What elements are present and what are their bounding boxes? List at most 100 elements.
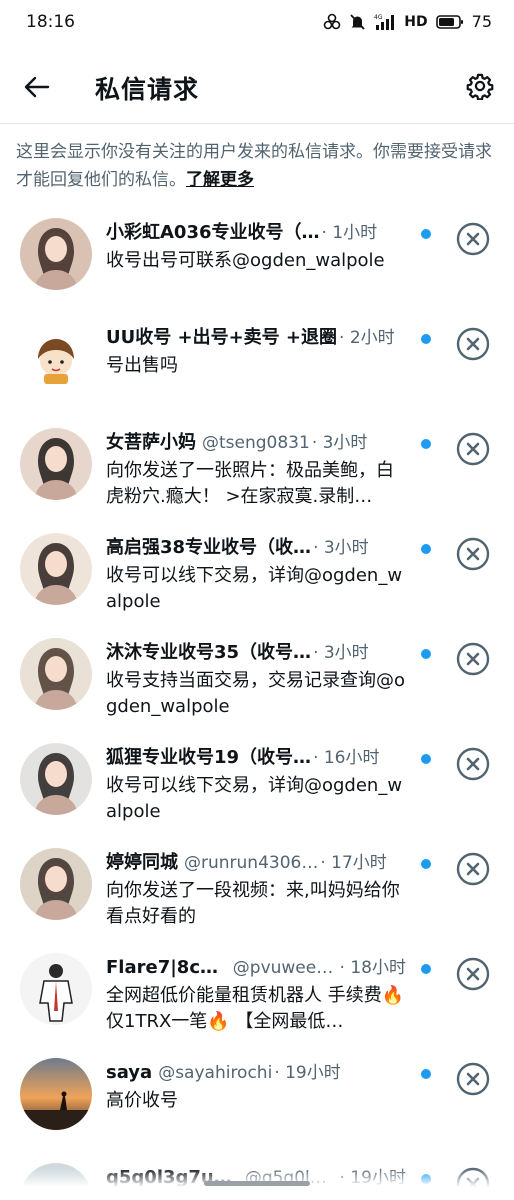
home-indicator[interactable] [204, 1181, 310, 1186]
name-line: 女菩萨小妈 @tseng0831 · 3小时 [106, 428, 406, 458]
name-line: Flare7|8cpw @pvuweet… · 18小时 [106, 953, 406, 983]
close-circle-icon [456, 642, 490, 676]
request-time: · 1小时 [321, 223, 378, 243]
message-preview: 收号出号可联系@ogden_walpole [106, 250, 385, 271]
sender-name: 小彩虹A036专业收号（… [106, 222, 320, 243]
dismiss-button[interactable] [455, 641, 491, 677]
unread-dot [421, 439, 431, 449]
sender-handle: @runrun4306… [184, 853, 319, 873]
avatar[interactable] [20, 323, 92, 395]
close-circle-icon [456, 852, 490, 886]
avatar[interactable] [20, 743, 92, 815]
fan-icon [323, 13, 341, 31]
avatar-image [20, 638, 92, 710]
unread-dot [421, 229, 431, 239]
request-row[interactable]: 婷婷同城 @runrun4306… · 17小时向你发送了一段视频：来,叫妈妈给你看… [0, 830, 514, 935]
status-icons: 4G HD 75 [323, 12, 492, 31]
message-preview: 向你发送了一段视频：来,叫妈妈给你看点好看的 [106, 880, 400, 927]
request-row[interactable]: UU收号 +出号+卖号 +退圈 · 2小时 号出售吗 [0, 305, 514, 410]
name-line: 小彩虹A036专业收号（… · 1小时 [106, 218, 406, 248]
sender-name: saya [106, 1062, 153, 1083]
request-body: 狐狸专业收号19（收号… · 16小时 收号可以线下交易，详询@ogden_walp… [106, 743, 406, 825]
request-time: · 3小时 [313, 643, 369, 663]
sender-handle: @sayahirochi [158, 1063, 273, 1083]
dismiss-button[interactable] [455, 221, 491, 257]
sender-name: 婷婷同城 [106, 852, 178, 873]
back-button[interactable] [20, 70, 54, 104]
avatar-image [20, 218, 92, 290]
avatar-image [20, 848, 92, 920]
close-circle-icon [456, 957, 490, 991]
name-line: 婷婷同城 @runrun4306… · 17小时 [106, 848, 406, 878]
request-body: 沐沐专业收号35（收号… · 3小时 收号支持当面交易，交易记录查询@ogden_w… [106, 638, 406, 720]
header-divider [0, 123, 514, 124]
unread-dot [421, 334, 431, 344]
unread-dot [421, 964, 431, 974]
header: 私信请求 [0, 56, 514, 120]
avatar-image [20, 743, 92, 815]
close-circle-icon [456, 747, 490, 781]
avatar[interactable] [20, 638, 92, 710]
dismiss-button[interactable] [455, 956, 491, 992]
close-circle-icon [456, 222, 490, 256]
request-time: · 3小时 [311, 433, 368, 453]
battery-icon [435, 14, 464, 30]
request-body: Flare7|8cpw @pvuweet… · 18小时 全网超低价能量租赁机器人 手… [106, 953, 406, 1035]
request-row[interactable]: 高启强38专业收号（收… · 3小时 收号可以线下交易，详询@ogden_walpo… [0, 515, 514, 620]
svg-text:4G: 4G [374, 14, 383, 21]
message-preview: 收号可以线下交易，详询@ogden_walpole [106, 565, 403, 612]
request-row[interactable]: Flare7|8cpw @pvuweet… · 18小时 全网超低价能量租赁机器人 手… [0, 935, 514, 1040]
dismiss-button[interactable] [455, 536, 491, 572]
avatar[interactable] [20, 428, 92, 500]
settings-button[interactable] [464, 70, 496, 102]
request-body: 小彩虹A036专业收号（… · 1小时 收号出号可联系@ogden_walpole [106, 218, 406, 274]
avatar-image [20, 953, 92, 1025]
page-title: 私信请求 [95, 75, 200, 104]
dismiss-button[interactable] [455, 431, 491, 467]
message-preview: 收号支持当面交易，交易记录查询@ogden_walpole [106, 670, 406, 717]
request-body: 高启强38专业收号（收… · 3小时 收号可以线下交易，详询@ogden_walpo… [106, 533, 406, 615]
request-body: saya @sayahirochi · 19小时 高价收号 [106, 1058, 406, 1114]
close-circle-icon [456, 432, 490, 466]
message-preview: 高价收号 [106, 1090, 178, 1111]
request-time: · 3小时 [313, 538, 369, 558]
avatar[interactable] [20, 218, 92, 290]
request-time: · 2小时 [339, 328, 395, 348]
name-line: saya @sayahirochi · 19小时 [106, 1058, 406, 1088]
avatar-image [20, 428, 92, 500]
request-row[interactable]: 女菩萨小妈 @tseng0831 · 3小时向你发送了一张照片：极品美鲍，白虎粉穴.… [0, 410, 514, 515]
notice-text: 这里会显示你没有关注的用户发来的私信请求。你需要接受请求才能回复他们的私信。 [16, 142, 492, 190]
unread-dot [421, 754, 431, 764]
sender-name: 女菩萨小妈 [106, 432, 196, 453]
avatar[interactable] [20, 848, 92, 920]
avatar[interactable] [20, 533, 92, 605]
avatar-image [20, 533, 92, 605]
close-circle-icon [456, 327, 490, 361]
request-body: 女菩萨小妈 @tseng0831 · 3小时向你发送了一张照片：极品美鲍，白虎粉穴.… [106, 428, 406, 510]
dismiss-button[interactable] [455, 1061, 491, 1097]
request-row[interactable]: 小彩虹A036专业收号（… · 1小时 收号出号可联系@ogden_walpole [0, 200, 514, 305]
request-row[interactable]: 狐狸专业收号19（收号… · 16小时 收号可以线下交易，详询@ogden_walp… [0, 725, 514, 830]
info-notice: 这里会显示你没有关注的用户发来的私信请求。你需要接受请求才能回复他们的私信。了解… [16, 138, 500, 194]
avatar[interactable] [20, 953, 92, 1025]
sender-handle: @pvuweet… [232, 958, 338, 978]
sender-handle: @tseng0831 [202, 433, 310, 453]
unread-dot [421, 1069, 431, 1079]
request-row[interactable]: 沐沐专业收号35（收号… · 3小时 收号支持当面交易，交易记录查询@ogden_w… [0, 620, 514, 725]
dismiss-button[interactable] [455, 851, 491, 887]
battery-level: 75 [471, 12, 492, 31]
learn-more-link[interactable]: 了解更多 [186, 170, 254, 190]
message-preview: 向你发送了一张照片：极品美鲍，白虎粉穴.瘾大！ >在家寂寞.录制… [106, 460, 394, 507]
sender-name: 高启强38专业收号（收… [106, 537, 312, 558]
status-bar: 18:16 4G HD 75 [0, 0, 514, 48]
request-row[interactable]: saya @sayahirochi · 19小时 高价收号 [0, 1040, 514, 1145]
name-line: 高启强38专业收号（收… · 3小时 [106, 533, 406, 563]
hd-label: HD [404, 13, 428, 30]
request-time: · 17小时 [320, 853, 387, 873]
avatar[interactable] [20, 1058, 92, 1130]
arrow-left-icon [24, 76, 50, 98]
name-line: 沐沐专业收号35（收号… · 3小时 [106, 638, 406, 668]
dismiss-button[interactable] [455, 326, 491, 362]
dismiss-button[interactable] [455, 746, 491, 782]
unread-dot [421, 544, 431, 554]
